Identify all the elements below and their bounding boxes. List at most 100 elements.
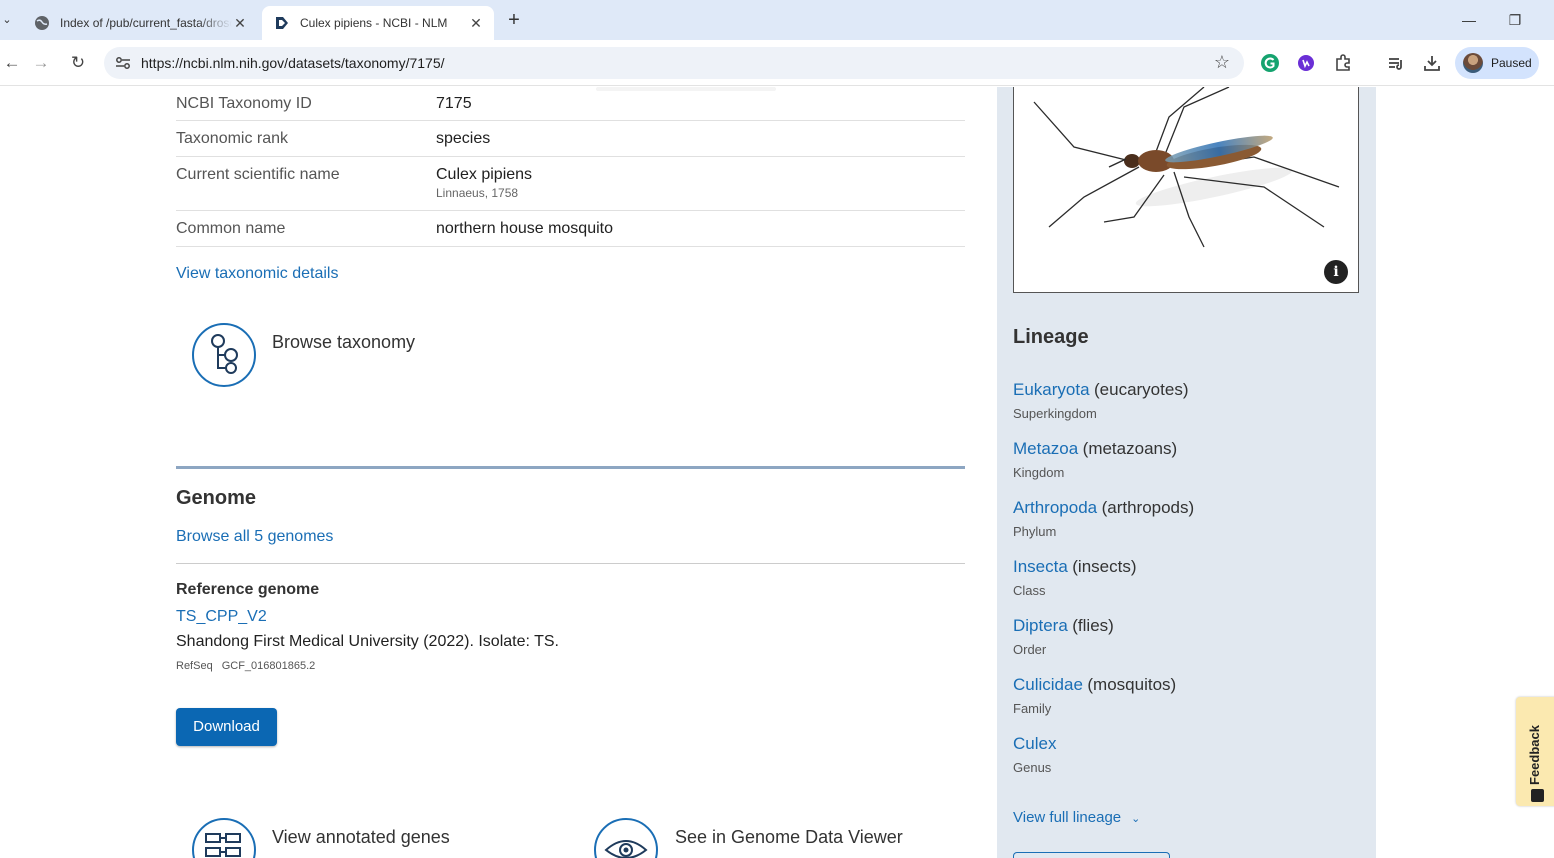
tab-index-of-pub[interactable]: Index of /pub/current_fasta/drosophila ✕ bbox=[22, 6, 258, 40]
fact-label: NCBI Taxonomy ID bbox=[176, 95, 312, 112]
lineage-item: Diptera (flies) Order bbox=[1013, 616, 1114, 657]
lineage-link[interactable]: Arthropoda bbox=[1013, 498, 1097, 517]
tab-strip: ⌄ Index of /pub/current_fasta/drosophila… bbox=[0, 0, 1554, 40]
side-panel-button[interactable] bbox=[1013, 852, 1170, 858]
fact-row: Common name northern house mosquito bbox=[176, 211, 965, 247]
download-button[interactable]: Download bbox=[176, 708, 277, 746]
lineage-common-name: (flies) bbox=[1072, 616, 1114, 635]
fact-value: 7175 bbox=[436, 95, 472, 112]
fact-label: Common name bbox=[176, 220, 286, 237]
tab-title: Index of /pub/current_fasta/drosophila bbox=[60, 16, 232, 30]
lineage-link[interactable]: Culex bbox=[1013, 734, 1056, 753]
avatar bbox=[1463, 53, 1483, 73]
browse-taxonomy-link[interactable]: Browse taxonomy bbox=[272, 332, 415, 353]
lineage-link[interactable]: Eukaryota bbox=[1013, 380, 1090, 399]
back-icon[interactable]: ← bbox=[0, 51, 24, 75]
bookmark-star-icon[interactable]: ☆ bbox=[1214, 52, 1230, 73]
lineage-common-name: (insects) bbox=[1072, 557, 1137, 576]
lineage-link[interactable]: Diptera bbox=[1013, 616, 1068, 635]
reload-icon[interactable]: ↻ bbox=[66, 51, 90, 75]
lineage-item: Eukaryota (eucaryotes) Superkingdom bbox=[1013, 380, 1189, 421]
section-divider bbox=[176, 466, 965, 469]
lineage-item: Insecta (insects) Class bbox=[1013, 557, 1137, 598]
reference-description: Shandong First Medical University (2022)… bbox=[176, 633, 559, 650]
lineage-link[interactable]: Insecta bbox=[1013, 557, 1068, 576]
view-full-lineage-label: View full lineage bbox=[1013, 809, 1122, 826]
mosquito-image bbox=[1033, 87, 1340, 248]
extensions-puzzle-icon[interactable] bbox=[1333, 53, 1353, 73]
lineage-item: Metazoa (metazoans) Kingdom bbox=[1013, 439, 1178, 480]
page-content: NCBI Taxonomy ID 7175 Taxonomic rank spe… bbox=[0, 87, 1554, 858]
fact-value: northern house mosquito bbox=[436, 220, 613, 237]
new-tab-icon[interactable]: + bbox=[502, 8, 526, 32]
reading-list-icon[interactable] bbox=[1386, 53, 1406, 73]
lineage-item: Culex Genus bbox=[1013, 734, 1056, 775]
globe-icon bbox=[35, 16, 49, 30]
chevron-down-icon: ⌄ bbox=[1131, 813, 1141, 825]
grammarly-extension-icon[interactable] bbox=[1260, 53, 1280, 73]
feedback-icon bbox=[1531, 789, 1544, 802]
purple-extension-icon[interactable] bbox=[1296, 53, 1316, 73]
taxonomy-facts-table: NCBI Taxonomy ID 7175 Taxonomic rank spe… bbox=[176, 87, 965, 247]
refseq-value: GCF_016801865.2 bbox=[221, 660, 316, 672]
lineage-rank: Superkingdom bbox=[1013, 406, 1097, 421]
feedback-label: Feedback bbox=[1527, 725, 1542, 785]
feedback-tab[interactable]: Feedback bbox=[1516, 697, 1554, 806]
profile-status: Paused bbox=[1491, 56, 1532, 70]
refseq-accession: RefSeq GCF_016801865.2 bbox=[176, 660, 315, 672]
close-tab-icon[interactable]: ✕ bbox=[468, 15, 484, 32]
browse-taxonomy-icon[interactable] bbox=[192, 323, 256, 387]
fact-value: Culex pipiens bbox=[436, 166, 533, 183]
divider bbox=[176, 563, 965, 564]
tab-title: Culex pipiens - NCBI - NLM bbox=[300, 16, 448, 30]
eye-icon[interactable] bbox=[594, 818, 658, 858]
lineage-common-name: (metazoans) bbox=[1082, 439, 1178, 458]
lineage-rank: Genus bbox=[1013, 760, 1052, 775]
view-full-lineage-link[interactable]: View full lineage ⌄ bbox=[1013, 809, 1140, 826]
tab-culex-pipiens[interactable]: Culex pipiens - NCBI - NLM ✕ bbox=[262, 6, 494, 40]
fact-row: Current scientific name Culex pipiens Li… bbox=[176, 157, 965, 211]
fact-row: Taxonomic rank species bbox=[176, 121, 965, 157]
reference-assembly-link[interactable]: TS_CPP_V2 bbox=[176, 608, 267, 626]
profile-button[interactable]: Paused bbox=[1455, 47, 1539, 79]
fact-value: species bbox=[436, 130, 491, 147]
side-panel: i Lineage Eukaryota (eucaryotes) Superki… bbox=[997, 87, 1376, 858]
downloads-icon[interactable] bbox=[1422, 53, 1442, 73]
lineage-item: Arthropoda (arthropods) Phylum bbox=[1013, 498, 1195, 539]
photo-info-icon[interactable]: i bbox=[1324, 260, 1348, 284]
fact-label: Current scientific name bbox=[176, 166, 340, 183]
lineage-item: Culicidae (mosquitos) Family bbox=[1013, 675, 1177, 716]
lineage-rank: Family bbox=[1013, 701, 1052, 716]
annotated-genes-icon[interactable] bbox=[192, 818, 256, 858]
browser-toolbar: ← → ↻ https://ncbi.nlm.nih.gov/datasets/… bbox=[0, 40, 1554, 86]
url-text: https://ncbi.nlm.nih.gov/datasets/taxono… bbox=[141, 55, 445, 71]
restore-icon[interactable]: ❐ bbox=[1500, 8, 1530, 32]
lineage-rank: Order bbox=[1013, 642, 1047, 657]
fact-authority: Linnaeus, 1758 bbox=[436, 186, 519, 200]
close-tab-icon[interactable]: ✕ bbox=[232, 15, 248, 32]
lineage-common-name: (arthropods) bbox=[1101, 498, 1195, 517]
lineage-link[interactable]: Metazoa bbox=[1013, 439, 1078, 458]
lineage-common-name: (eucaryotes) bbox=[1094, 380, 1189, 399]
tab-search-chevron-icon[interactable]: ⌄ bbox=[0, 10, 14, 30]
genome-heading: Genome bbox=[176, 487, 257, 509]
lineage-rank: Kingdom bbox=[1013, 465, 1065, 480]
lineage-heading: Lineage bbox=[1013, 326, 1089, 348]
lineage-rank: Class bbox=[1013, 583, 1046, 598]
refseq-label: RefSeq bbox=[176, 660, 213, 672]
fact-label: Taxonomic rank bbox=[176, 130, 289, 147]
species-photo[interactable]: i bbox=[1013, 87, 1359, 293]
ncbi-datasets-icon bbox=[276, 17, 288, 29]
view-taxonomic-details-link[interactable]: View taxonomic details bbox=[176, 265, 338, 283]
browse-all-genomes-link[interactable]: Browse all 5 genomes bbox=[176, 528, 333, 546]
fact-row: NCBI Taxonomy ID 7175 bbox=[176, 87, 965, 121]
minimize-icon[interactable]: — bbox=[1454, 8, 1484, 32]
lineage-rank: Phylum bbox=[1013, 524, 1057, 539]
site-settings-icon[interactable] bbox=[114, 54, 132, 72]
lineage-link[interactable]: Culicidae bbox=[1013, 675, 1083, 694]
lineage-common-name: (mosquitos) bbox=[1087, 675, 1177, 694]
view-annotated-genes-link[interactable]: View annotated genes bbox=[272, 827, 450, 848]
forward-icon[interactable]: → bbox=[29, 51, 53, 75]
address-bar[interactable]: https://ncbi.nlm.nih.gov/datasets/taxono… bbox=[104, 47, 1244, 79]
genome-data-viewer-link[interactable]: See in Genome Data Viewer bbox=[675, 827, 903, 848]
